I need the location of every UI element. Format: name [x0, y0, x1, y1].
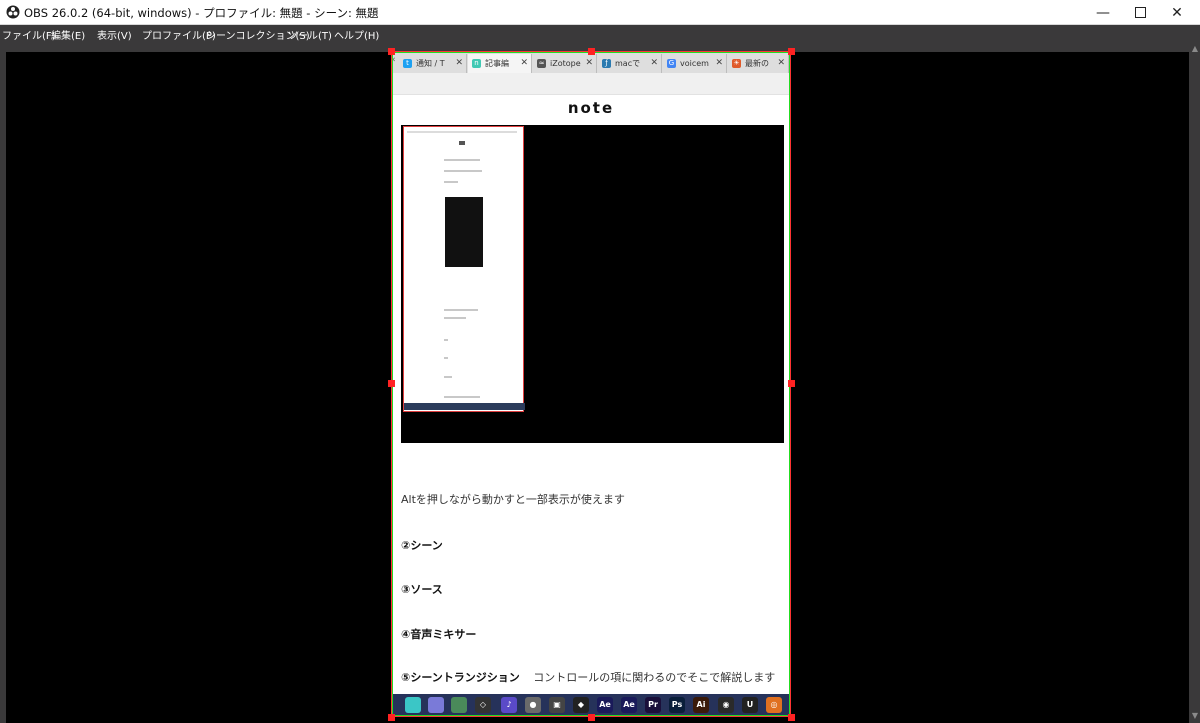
scroll-down-icon[interactable]: ▼	[1190, 711, 1200, 721]
tab-close-icon[interactable]: ✕	[650, 58, 658, 68]
tab-close-icon[interactable]: ✕	[455, 58, 463, 68]
character-icon[interactable]	[428, 697, 444, 713]
tab-scroll-left-icon[interactable]: ‹	[392, 55, 396, 65]
blender-icon[interactable]: ◎	[766, 697, 782, 713]
article-heading-source: ③ソース	[401, 583, 443, 596]
cube-icon[interactable]: ▣	[549, 697, 565, 713]
resize-handle-bottom-right[interactable]	[788, 714, 795, 721]
google-icon: G	[667, 59, 676, 68]
tab-label: 記事編	[485, 59, 509, 68]
menu-bar: ファイル(F) 編集(E) 表示(V) プロファイル(P) シーンコレクション(…	[0, 25, 1200, 42]
browser-tab-1[interactable]: n 記事編 ✕	[468, 54, 532, 73]
resize-handle-right[interactable]	[788, 380, 795, 387]
unity-logo-icon[interactable]: ◆	[573, 697, 589, 713]
music-icon[interactable]: ♪	[501, 697, 517, 713]
feather-icon: ƒ	[602, 59, 611, 68]
photoshop-icon[interactable]: Ps	[669, 697, 685, 713]
menu-edit[interactable]: 編集(E)	[51, 27, 85, 42]
browser-tab-3[interactable]: ƒ macで ✕	[598, 54, 662, 73]
browser-address-bar[interactable]	[391, 73, 791, 95]
unreal-icon[interactable]: U	[742, 697, 758, 713]
note-icon: n	[472, 59, 481, 68]
after-effects-alt-icon[interactable]: Ae	[621, 697, 637, 713]
resize-handle-left[interactable]	[388, 380, 395, 387]
window-title: OBS 26.0.2 (64-bit, windows) - プロファイル: 無…	[24, 6, 379, 20]
nested-text-line	[444, 181, 458, 183]
nested-text-line	[444, 317, 466, 319]
title-bar: OBS 26.0.2 (64-bit, windows) - プロファイル: 無…	[0, 0, 1200, 25]
article-note: コントロールの項に関わるのでそこで解説します	[533, 671, 776, 684]
menu-view[interactable]: 表示(V)	[97, 27, 132, 42]
nested-preview-image	[445, 197, 483, 267]
nested-text-line	[444, 357, 448, 359]
menu-profile[interactable]: プロファイル(P)	[142, 27, 216, 42]
tab-label: macで	[615, 59, 641, 68]
close-icon: ✕	[1171, 4, 1183, 21]
hatsune-icon[interactable]	[405, 697, 421, 713]
tab-close-icon[interactable]: ✕	[585, 58, 593, 68]
sun-icon: ☀	[732, 59, 741, 68]
nested-text-line	[444, 376, 452, 378]
illustrator-icon[interactable]: Ai	[693, 697, 709, 713]
landscape-icon[interactable]	[451, 697, 467, 713]
resize-handle-top-right[interactable]	[788, 48, 795, 55]
article-heading-transition: ⑤シーントランジション	[401, 671, 520, 684]
audio-icon[interactable]: ●	[525, 697, 541, 713]
tab-close-icon[interactable]: ✕	[520, 58, 528, 68]
tab-close-icon[interactable]: ✕	[777, 58, 785, 68]
browser-tab-5[interactable]: ☀ 最新の ✕	[728, 54, 789, 73]
vertical-scrollbar[interactable]	[1189, 42, 1200, 723]
scroll-up-icon[interactable]: ▲	[1190, 44, 1200, 54]
nested-text-line	[444, 339, 448, 341]
nested-text-line	[444, 159, 480, 161]
resize-handle-bottom[interactable]	[588, 714, 595, 721]
menu-help[interactable]: ヘルプ(H)	[334, 27, 379, 42]
menu-tools[interactable]: ツール(T)	[288, 27, 332, 42]
window-capture-source[interactable]: ‹ t 通知 / T ✕ n 記事編 ✕ ≈ iZotope ✕ ƒ macで …	[391, 51, 791, 717]
tab-label: voicem	[680, 59, 709, 68]
nested-tab-strip	[407, 131, 517, 133]
minimize-icon: —	[1096, 4, 1110, 21]
article-paragraph: Altを押しながら動かすと一部表示が使えます	[401, 493, 625, 506]
article-heading-scene: ②シーン	[401, 539, 443, 552]
premiere-icon[interactable]: Pr	[645, 697, 661, 713]
nested-taskbar	[404, 403, 525, 410]
tab-label: iZotope	[550, 59, 581, 68]
resize-handle-bottom-left[interactable]	[388, 714, 395, 721]
article-heading-transition-row: ⑤シーントランジション コントロールの項に関わるのでそこで解説します	[401, 669, 775, 685]
note-logo[interactable]: note	[391, 99, 791, 117]
izotope-icon: ≈	[537, 59, 546, 68]
tab-label: 通知 / T	[416, 59, 445, 68]
embedded-screenshot	[401, 125, 784, 443]
nested-preview-page	[403, 126, 524, 412]
nested-text-line	[444, 309, 478, 311]
menu-file[interactable]: ファイル(F)	[2, 27, 56, 42]
unity-icon[interactable]: ◇	[475, 697, 491, 713]
nested-text-line	[444, 396, 480, 398]
obs-icon[interactable]: ◉	[718, 697, 734, 713]
tab-label: 最新の	[745, 59, 769, 68]
close-button[interactable]: ✕	[1154, 0, 1200, 25]
nested-text-line	[444, 170, 482, 172]
browser-tab-0[interactable]: t 通知 / T ✕	[399, 54, 467, 73]
browser-tab-2[interactable]: ≈ iZotope ✕	[533, 54, 597, 73]
obs-app-icon	[6, 5, 20, 19]
tab-close-icon[interactable]: ✕	[715, 58, 723, 68]
resize-handle-top[interactable]	[588, 48, 595, 55]
article-heading-audio-mixer: ④音声ミキサー	[401, 628, 477, 641]
nested-logo	[459, 141, 465, 145]
maximize-icon	[1134, 7, 1146, 18]
browser-tab-4[interactable]: G voicem ✕	[663, 54, 727, 73]
resize-handle-top-left[interactable]	[388, 48, 395, 55]
after-effects-icon[interactable]: Ae	[597, 697, 613, 713]
twitter-icon: t	[403, 59, 412, 68]
